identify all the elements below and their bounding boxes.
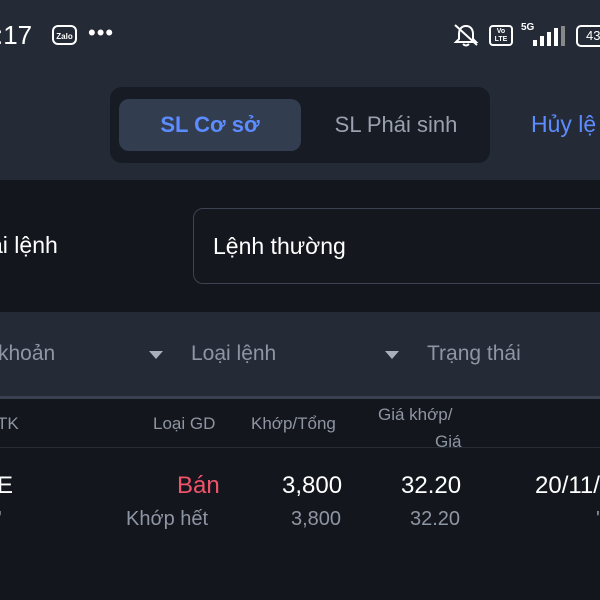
order-type-value: Lệnh thường (213, 233, 346, 259)
row-total: 3,800 (291, 508, 342, 530)
header: SL Cơ sở SL Phái sinh Hủy lệ (0, 70, 600, 180)
signal-strength-icon (533, 26, 565, 46)
segment-control: SL Cơ sở SL Phái sinh (110, 87, 490, 163)
column-header-price: Giá khớp/ (378, 405, 453, 424)
divider (0, 396, 600, 399)
row-date: 20/11/ (535, 472, 600, 499)
status-time: :17 (0, 20, 33, 50)
tab-sl-co-so[interactable]: SL Cơ sở (119, 99, 301, 151)
zalo-icon: Zalo (52, 25, 77, 45)
filter-bar: khoản Loại lệnh Trạng thái (0, 312, 600, 398)
chevron-down-icon[interactable] (385, 351, 399, 359)
volte-icon: Vo LTE (489, 25, 513, 46)
order-type-select[interactable]: Lệnh thường (193, 208, 600, 284)
column-header-price-sub: Giá (435, 432, 462, 451)
column-header-side: Loại GD (153, 414, 216, 433)
column-header-matched-total: Khớp/Tổng (251, 414, 336, 433)
filter-status[interactable]: Trạng thái (427, 342, 521, 366)
column-header-account: TK (0, 414, 19, 433)
row-side: Bán (177, 472, 220, 499)
row-order-price: 32.20 (410, 508, 461, 530)
row-status: Khớp hết (126, 508, 209, 530)
filter-account[interactable]: khoản (0, 342, 55, 366)
tab-sl-phai-sinh[interactable]: SL Phái sinh (306, 99, 486, 151)
row-symbol: E (0, 472, 14, 499)
divider (0, 447, 600, 448)
filter-order-kind[interactable]: Loại lệnh (191, 342, 276, 366)
row-date-sub: ' (596, 508, 600, 530)
mute-bell-icon (453, 24, 479, 47)
more-notifications-icon: ••• (88, 20, 115, 45)
row-match-price: 32.20 (401, 472, 462, 499)
row-matched: 3,800 (282, 472, 343, 499)
order-type-label: ại lệnh (0, 232, 58, 258)
row-symbol-sub: ' (0, 508, 2, 531)
cancel-order-button[interactable]: Hủy lệ (531, 111, 596, 138)
status-bar: :17 Zalo ••• Vo LTE 5G 43 (0, 0, 600, 70)
chevron-down-icon[interactable] (149, 351, 163, 359)
battery-icon: 43 (576, 25, 600, 47)
